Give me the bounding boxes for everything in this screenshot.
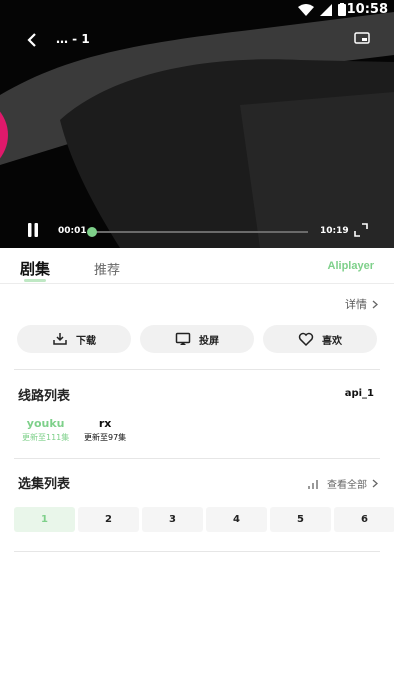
clock: 10:58: [346, 2, 388, 17]
episode-list: 1 2 3 4 5 6: [14, 507, 394, 532]
episode-item[interactable]: 3: [142, 507, 203, 532]
tab-recommend[interactable]: 推荐: [94, 259, 120, 278]
route-item-youku[interactable]: youku 更新至111集: [22, 417, 69, 443]
detail-label: 详情: [345, 298, 367, 311]
route-item-rx[interactable]: rx 更新至97集: [84, 417, 126, 443]
pause-button[interactable]: [26, 222, 44, 242]
cast-label: 投屏: [199, 335, 219, 347]
tab-indicator: [24, 279, 46, 282]
route-status: 更新至111集: [22, 433, 70, 442]
episodes-title: 选集列表: [18, 477, 71, 492]
episode-item[interactable]: 5: [270, 507, 331, 532]
route-name: youku: [26, 417, 65, 430]
battery-icon: [338, 3, 346, 16]
like-label: 喜欢: [322, 335, 342, 347]
wifi-icon: [298, 3, 314, 16]
episode-item[interactable]: 6: [334, 507, 394, 532]
tab-episodes[interactable]: 剧集: [20, 258, 50, 279]
back-button[interactable]: [20, 28, 44, 52]
chevron-right-icon: [372, 479, 378, 488]
player-controls: 00:01 10:19: [0, 220, 394, 244]
divider: [14, 551, 380, 552]
picture-in-picture-icon: [354, 32, 370, 44]
heart-icon: [298, 332, 314, 347]
info-row: 详情: [0, 290, 394, 316]
episode-item[interactable]: 2: [78, 507, 139, 532]
fullscreen-button[interactable]: [354, 222, 370, 238]
seek-thumb[interactable]: [87, 227, 98, 237]
download-label: 下载: [76, 335, 96, 347]
player-brand: Aliplayer: [327, 260, 374, 272]
divider: [14, 458, 380, 459]
cast-icon: [175, 332, 191, 345]
detail-button[interactable]: 详情: [345, 296, 378, 312]
pause-icon: [28, 223, 38, 237]
signal-icon: [320, 3, 332, 16]
episode-item[interactable]: 4: [206, 507, 267, 532]
view-all-label: 查看全部: [327, 480, 367, 491]
tab-bar: 剧集 推荐 Aliplayer: [0, 248, 394, 284]
episode-item[interactable]: 1: [14, 507, 75, 532]
video-player[interactable]: 10:58 … - 1 00:01 10:19: [0, 0, 394, 248]
fullscreen-icon: [354, 223, 368, 237]
chevron-left-icon: [27, 33, 36, 47]
video-title: … - 1: [56, 32, 90, 46]
download-button[interactable]: 下载: [17, 325, 131, 353]
routes-title: 线路列表: [18, 389, 71, 404]
seek-bar[interactable]: [87, 227, 308, 237]
route-status: 更新至97集: [84, 433, 127, 442]
sort-icon[interactable]: [307, 479, 319, 489]
status-bar: 10:58: [0, 0, 394, 22]
like-button[interactable]: 喜欢: [263, 325, 377, 353]
pip-button[interactable]: [354, 30, 374, 50]
chevron-right-icon: [372, 300, 378, 308]
divider: [14, 369, 380, 370]
view-all-button[interactable]: 查看全部: [327, 476, 378, 491]
download-icon: [53, 333, 67, 345]
current-time: 00:01: [58, 226, 87, 236]
action-bar: 下载 投屏 喜欢: [17, 325, 377, 353]
duration: 10:19: [320, 226, 349, 236]
route-api[interactable]: api_1: [345, 388, 374, 399]
route-name: rx: [98, 417, 112, 430]
cast-button[interactable]: 投屏: [140, 325, 254, 353]
